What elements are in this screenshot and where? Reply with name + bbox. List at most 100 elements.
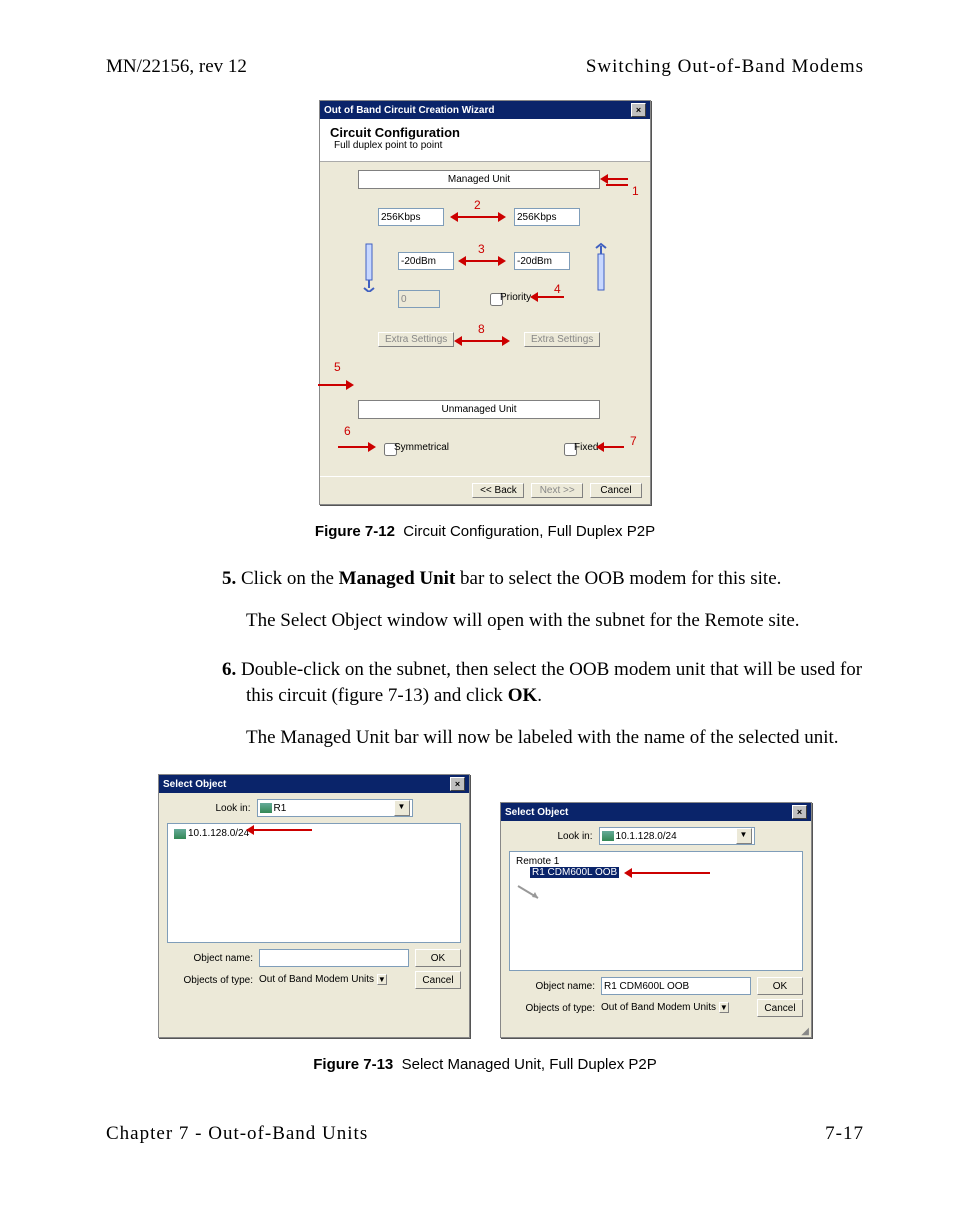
back-button[interactable]: << Back	[472, 483, 524, 498]
chevron-down-icon[interactable]: ▼	[736, 828, 752, 844]
object-name-input-left[interactable]	[259, 949, 409, 967]
callout-arrow-1b	[606, 184, 628, 186]
lookin-row-right: Look in: 10.1.128.0/24 ▼	[501, 821, 811, 851]
resize-grip-icon[interactable]: ◢	[501, 1029, 811, 1037]
wizard-title: Circuit Configuration	[330, 125, 640, 140]
step-5-text-b: bar to select the OOB modem for this sit…	[455, 568, 781, 589]
step-5-text-a: Click on the	[241, 568, 339, 589]
extra-settings-right-button[interactable]: Extra Settings	[524, 332, 600, 347]
bottom-rows-left: Object name: OK Objects of type: Out of …	[159, 943, 469, 1001]
figure-7-13-text: Select Managed Unit, Full Duplex P2P	[402, 1056, 657, 1073]
list-item-label: 10.1.128.0/24	[188, 828, 249, 839]
figure-7-13-caption: Figure 7-13 Select Managed Unit, Full Du…	[106, 1056, 864, 1073]
step-6-number: 6.	[222, 659, 236, 680]
step-6-follow: The Managed Unit bar will now be labeled…	[106, 725, 864, 751]
unmanaged-unit-bar[interactable]: Unmanaged Unit	[358, 400, 600, 419]
extra-settings-left-button[interactable]: Extra Settings	[378, 332, 454, 347]
connector-arrow-icon	[516, 884, 546, 904]
close-icon[interactable]: ×	[792, 805, 807, 819]
figure-7-12-text: Circuit Configuration, Full Duplex P2P	[403, 523, 655, 540]
tree-child-label: R1 CDM600L OOB	[530, 867, 619, 878]
object-name-input-right[interactable]	[601, 977, 751, 995]
ok-button-left[interactable]: OK	[415, 949, 461, 967]
close-icon[interactable]: ×	[631, 103, 646, 117]
step-5-bold: Managed Unit	[339, 568, 456, 589]
callout-arrow-5	[318, 384, 348, 386]
dialog-title: Out of Band Circuit Creation Wizard	[324, 105, 494, 116]
wizard-header: Circuit Configuration Full duplex point …	[320, 119, 650, 162]
objects-type-combo-right[interactable]: Out of Band Modem Units ▼	[601, 1002, 751, 1014]
tree-parent[interactable]: Remote 1	[516, 856, 796, 867]
lookin-combo-right[interactable]: 10.1.128.0/24 ▼	[599, 827, 755, 845]
list-item[interactable]: 10.1.128.0/24	[174, 828, 454, 839]
chevron-down-icon[interactable]: ▼	[394, 800, 410, 816]
select-object-dialog-right: Select Object × Look in: 10.1.128.0/24 ▼…	[500, 802, 812, 1038]
object-name-label-left: Object name:	[167, 953, 253, 964]
callout-6: 6	[344, 424, 351, 438]
close-icon[interactable]: ×	[450, 777, 465, 791]
section-title: Switching Out-of-Band Modems	[586, 56, 864, 78]
callout-arrow	[630, 872, 710, 874]
figure-7-12-label: Figure 7-12	[315, 523, 395, 540]
tree-parent-label: Remote 1	[516, 856, 559, 867]
power-left-input[interactable]	[398, 252, 454, 270]
select-object-title-left: Select Object	[163, 779, 226, 790]
network-icon	[174, 829, 186, 839]
figure-7-13-label: Figure 7-13	[313, 1056, 393, 1073]
cancel-button-right[interactable]: Cancel	[757, 999, 803, 1017]
lookin-label-left: Look in:	[215, 803, 250, 814]
step-5-follow: The Select Object window will open with …	[106, 608, 864, 634]
network-icon	[602, 831, 614, 841]
data-rate-right-input[interactable]	[514, 208, 580, 226]
lookin-value-right: 10.1.128.0/24	[616, 831, 677, 842]
power-right-input[interactable]	[514, 252, 570, 270]
callout-1: 1	[632, 184, 639, 198]
cancel-button-left[interactable]: Cancel	[415, 971, 461, 989]
chapter-label: Chapter 7 - Out-of-Band Units	[106, 1123, 368, 1145]
priority-label: Priority	[500, 292, 531, 303]
step-6-bold: OK	[508, 685, 538, 706]
object-list-left[interactable]: 10.1.128.0/24	[167, 823, 461, 943]
objects-type-combo-left[interactable]: Out of Band Modem Units ▼	[259, 974, 409, 986]
antenna-right-up-icon	[592, 242, 610, 292]
running-header: MN/22156, rev 12 Switching Out-of-Band M…	[106, 56, 864, 78]
circuit-config-dialog: Out of Band Circuit Creation Wizard × Ci…	[319, 100, 651, 505]
object-name-label-right: Object name:	[509, 981, 595, 992]
lookin-combo-left[interactable]: R1 ▼	[257, 799, 413, 817]
step-6-text-a: Double-click on the subnet, then select …	[241, 659, 862, 706]
select-object-title-right: Select Object	[505, 807, 568, 818]
lookin-label-right: Look in:	[557, 831, 592, 842]
antenna-left-down-icon	[360, 242, 378, 292]
objects-type-label-left: Objects of type:	[167, 975, 253, 986]
figure-7-12-caption: Figure 7-12 Circuit Configuration, Full …	[106, 523, 864, 540]
bottom-rows-right: Object name: OK Objects of type: Out of …	[501, 971, 811, 1029]
objects-type-value-left: Out of Band Modem Units	[259, 974, 374, 985]
wizard-body: Managed Unit Priority Extra Settings Ext…	[320, 162, 650, 476]
wizard-footer: << Back Next >> Cancel	[320, 476, 650, 504]
object-list-right[interactable]: Remote 1 R1 CDM600L OOB	[509, 851, 803, 971]
symmetrical-label: Symmetrical	[394, 442, 449, 453]
step-6: 6. Double-click on the subnet, then sele…	[106, 657, 864, 708]
callout-7: 7	[630, 434, 637, 448]
wizard-subtitle: Full duplex point to point	[334, 140, 640, 151]
callout-arrow-3	[464, 260, 500, 262]
callout-8: 8	[478, 322, 485, 336]
managed-unit-bar[interactable]: Managed Unit	[358, 170, 600, 189]
step-6-text-b: .	[537, 685, 542, 706]
chevron-down-icon[interactable]: ▼	[719, 1002, 729, 1013]
page-number: 7-17	[825, 1123, 864, 1145]
ok-button-right[interactable]: OK	[757, 977, 803, 995]
dialog-titlebar: Out of Band Circuit Creation Wizard ×	[320, 101, 650, 119]
data-rate-left-input[interactable]	[378, 208, 444, 226]
objects-type-label-right: Objects of type:	[509, 1003, 595, 1014]
step-5-number: 5.	[222, 568, 236, 589]
chevron-down-icon[interactable]: ▼	[377, 974, 387, 985]
callout-arrow-4	[536, 296, 564, 298]
next-button[interactable]: Next >>	[531, 483, 583, 498]
doc-id: MN/22156, rev 12	[106, 56, 247, 78]
callout-arrow	[252, 829, 312, 831]
cancel-button[interactable]: Cancel	[590, 483, 642, 498]
callout-arrow-7	[602, 446, 624, 448]
folder-icon	[260, 803, 272, 813]
figure-7-13-group: Select Object × Look in: R1 ▼ 10.1.128.0…	[106, 774, 864, 1038]
